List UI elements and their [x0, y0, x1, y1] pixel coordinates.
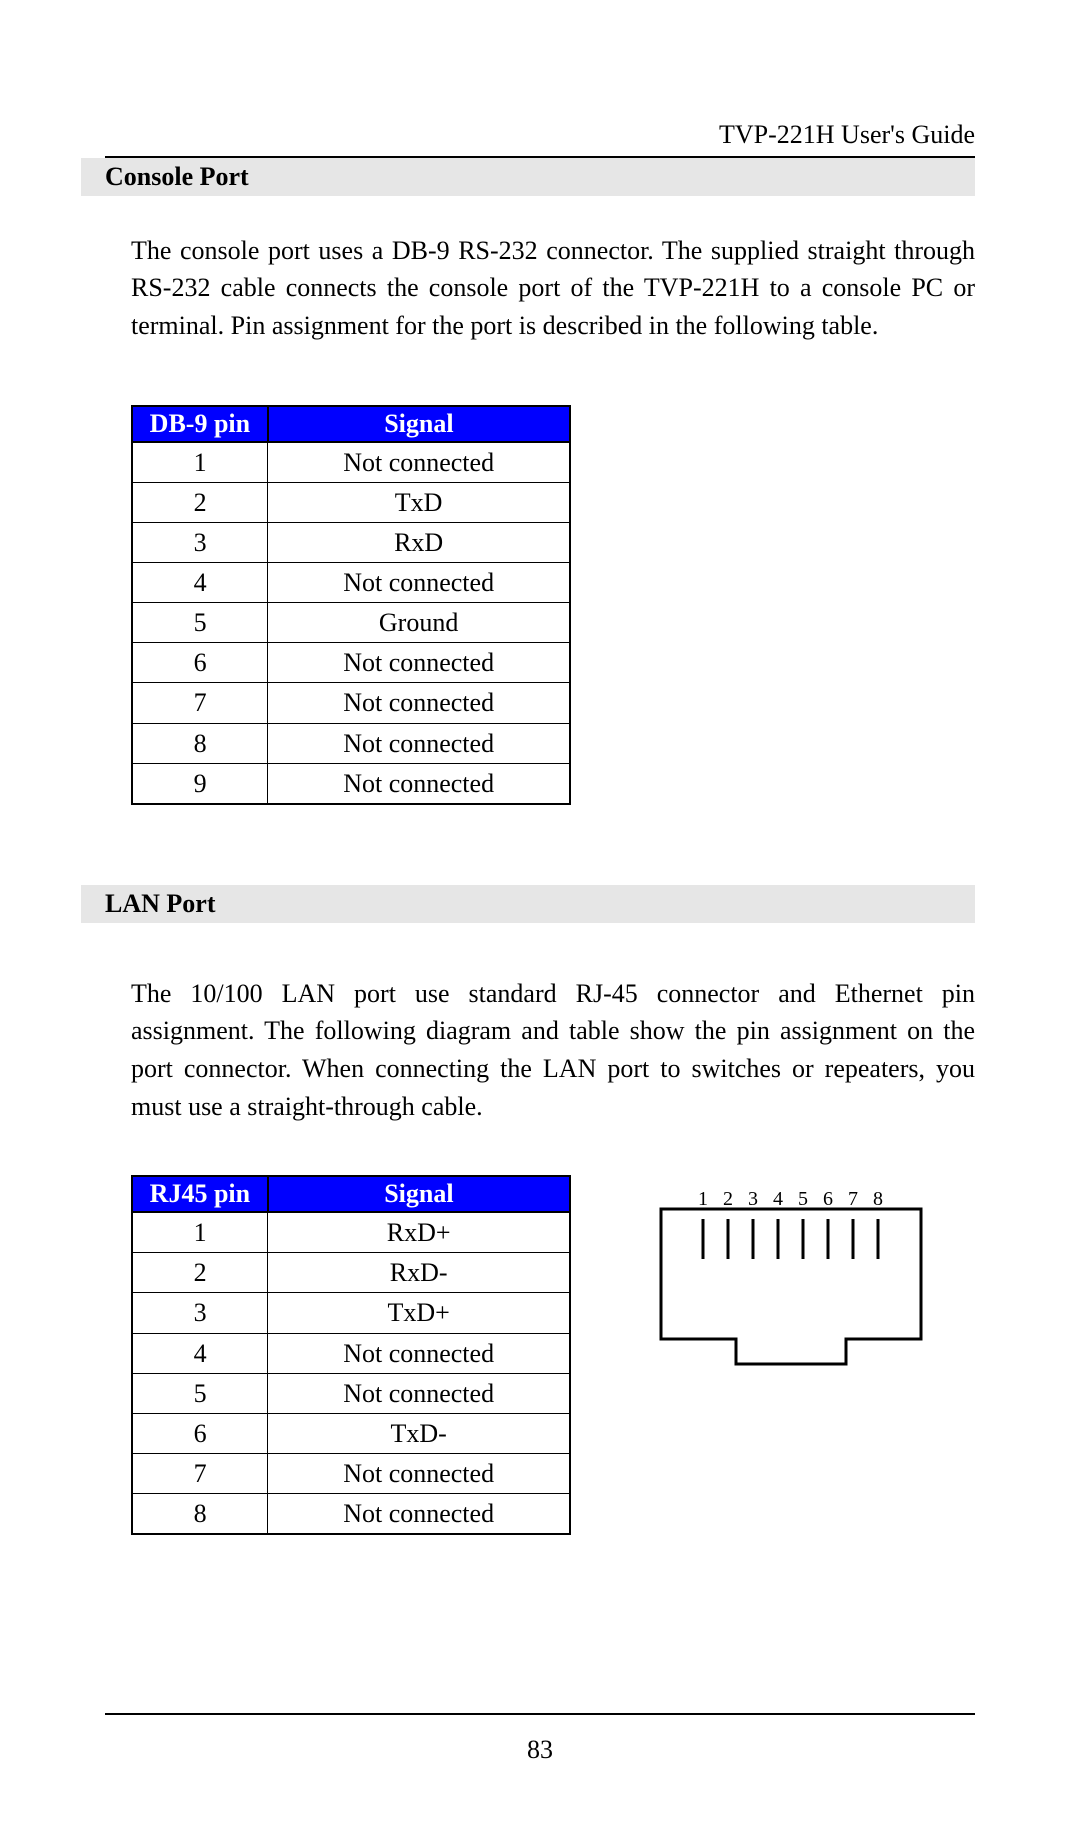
db9-signal: RxD — [268, 523, 570, 563]
table-header-row: DB-9 pin Signal — [132, 406, 570, 442]
table-row: 6TxD- — [132, 1413, 570, 1453]
table-row: 4Not connected — [132, 563, 570, 603]
table-row: 2RxD- — [132, 1253, 570, 1293]
table-header-row: RJ45 pin Signal — [132, 1176, 570, 1212]
table-row: 4Not connected — [132, 1333, 570, 1373]
rj45-pin-label: 6 — [823, 1189, 833, 1210]
document-page: TVP-221H User's Guide Console Port The c… — [0, 0, 1080, 1823]
table-row: 5Ground — [132, 603, 570, 643]
rj45-pin-table: RJ45 pin Signal 1RxD+ 2RxD- 3TxD+ 4Not c… — [131, 1175, 571, 1535]
rj45-pin-label: 4 — [773, 1189, 783, 1210]
rj45-signal: Not connected — [268, 1493, 570, 1534]
db9-signal: Not connected — [268, 763, 570, 804]
rj45-pin-label: 8 — [873, 1189, 883, 1210]
db9-pin: 4 — [132, 563, 268, 603]
db9-pin: 2 — [132, 482, 268, 522]
db9-pin: 7 — [132, 683, 268, 723]
table-row: 8Not connected — [132, 1493, 570, 1534]
console-body-text: The console port uses a DB-9 RS-232 conn… — [131, 232, 975, 345]
rj45-col-pin-header: RJ45 pin — [132, 1176, 268, 1212]
rj45-pin-label: 5 — [798, 1189, 808, 1210]
table-row: 1Not connected — [132, 442, 570, 483]
table-row: 3TxD+ — [132, 1293, 570, 1333]
rj45-pin-label: 3 — [748, 1189, 758, 1210]
page-number: 83 — [0, 1735, 1080, 1765]
db9-signal: Ground — [268, 603, 570, 643]
rj45-pin-label: 7 — [848, 1189, 858, 1210]
table-row: 7Not connected — [132, 683, 570, 723]
db9-signal: TxD — [268, 482, 570, 522]
rj45-pin: 4 — [132, 1333, 268, 1373]
rj45-signal: Not connected — [268, 1373, 570, 1413]
rj45-pin-label: 1 — [698, 1189, 708, 1210]
db9-pin: 8 — [132, 723, 268, 763]
rj45-signal: TxD- — [268, 1413, 570, 1453]
rj45-pin: 7 — [132, 1453, 268, 1493]
rj45-signal: Not connected — [268, 1453, 570, 1493]
db9-signal: Not connected — [268, 442, 570, 483]
rj45-pin: 6 — [132, 1413, 268, 1453]
rj45-signal: RxD+ — [268, 1212, 570, 1253]
table-row: 2TxD — [132, 482, 570, 522]
rj45-pin: 3 — [132, 1293, 268, 1333]
rj45-pin-label: 2 — [723, 1189, 733, 1210]
table-row: 6Not connected — [132, 643, 570, 683]
rj45-signal: TxD+ — [268, 1293, 570, 1333]
table-row: 8Not connected — [132, 723, 570, 763]
lan-row: RJ45 pin Signal 1RxD+ 2RxD- 3TxD+ 4Not c… — [105, 1175, 975, 1535]
section-heading-lan: LAN Port — [81, 885, 975, 923]
db9-signal: Not connected — [268, 683, 570, 723]
table-row: 9Not connected — [132, 763, 570, 804]
db9-pin: 3 — [132, 523, 268, 563]
table-row: 5Not connected — [132, 1373, 570, 1413]
rj45-signal: Not connected — [268, 1333, 570, 1373]
db9-signal: Not connected — [268, 643, 570, 683]
table-row: 7Not connected — [132, 1453, 570, 1493]
footer-rule — [105, 1713, 975, 1715]
rj45-signal: RxD- — [268, 1253, 570, 1293]
rj45-pin: 2 — [132, 1253, 268, 1293]
db9-pin-table: DB-9 pin Signal 1Not connected 2TxD 3RxD… — [131, 405, 571, 805]
lan-body-text: The 10/100 LAN port use standard RJ-45 c… — [131, 975, 975, 1126]
section-heading-console: Console Port — [81, 158, 975, 196]
db9-signal: Not connected — [268, 723, 570, 763]
table-row: 3RxD — [132, 523, 570, 563]
rj45-connector-diagram: 1 2 3 4 5 6 7 8 — [641, 1189, 941, 1384]
rj45-pin: 1 — [132, 1212, 268, 1253]
db9-pin: 1 — [132, 442, 268, 483]
db9-col-signal-header: Signal — [268, 406, 570, 442]
rj45-col-signal-header: Signal — [268, 1176, 570, 1212]
db9-pin: 6 — [132, 643, 268, 683]
rj45-pin: 8 — [132, 1493, 268, 1534]
db9-pin: 9 — [132, 763, 268, 804]
table-row: 1RxD+ — [132, 1212, 570, 1253]
db9-signal: Not connected — [268, 563, 570, 603]
rj45-pin: 5 — [132, 1373, 268, 1413]
db9-pin: 5 — [132, 603, 268, 643]
db9-col-pin-header: DB-9 pin — [132, 406, 268, 442]
page-header-title: TVP-221H User's Guide — [105, 120, 975, 150]
